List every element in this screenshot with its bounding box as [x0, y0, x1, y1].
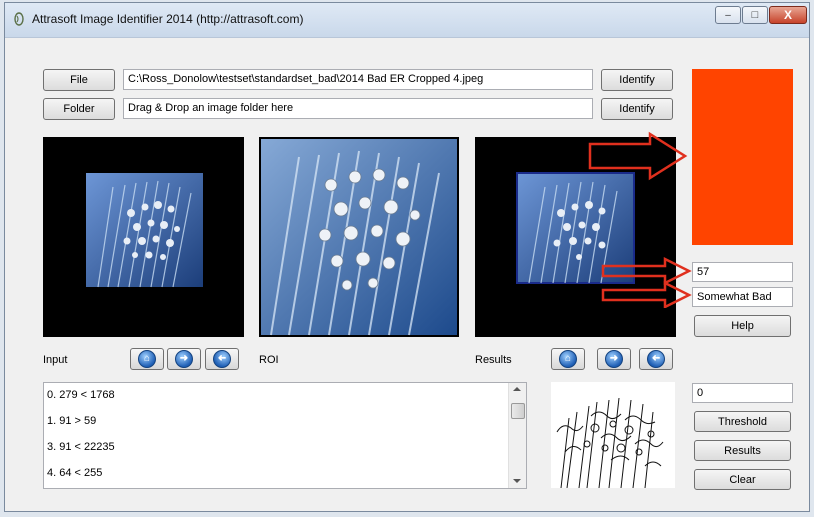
minimize-button[interactable]: –	[715, 6, 741, 24]
classification-field[interactable]: Somewhat Bad	[692, 287, 793, 307]
input-image	[86, 173, 203, 288]
file-button[interactable]: File	[43, 69, 115, 91]
input-image-panel	[43, 137, 244, 337]
input-home-button[interactable]: ⌂	[130, 348, 164, 370]
home-icon: ⌂	[559, 350, 577, 368]
results-next-button[interactable]: ➜	[597, 348, 631, 370]
input-label: Input	[43, 354, 68, 366]
threshold-field[interactable]: 0	[692, 383, 793, 403]
app-window: Attrasoft Image Identifier 2014 (http://…	[4, 2, 810, 512]
results-list[interactable]: 0. 279 < 1768 1. 91 > 59 3. 91 < 22235 4…	[43, 382, 527, 489]
arrow-to-color-indicator-icon	[588, 131, 688, 181]
list-item[interactable]: 4. 64 < 255	[47, 467, 102, 479]
title-bar: Attrasoft Image Identifier 2014 (http://…	[5, 3, 809, 38]
scroll-up-arrow-icon[interactable]	[513, 387, 521, 391]
minimize-icon: –	[725, 9, 731, 21]
folder-button[interactable]: Folder	[43, 98, 115, 120]
score-field[interactable]: 57	[692, 262, 793, 282]
file-path-field[interactable]: C:\Ross_Donolow\testset\standardset_bad\…	[123, 69, 593, 90]
list-item[interactable]: 0. 279 < 1768	[47, 389, 115, 401]
app-logo-icon	[14, 12, 24, 26]
results-label: Results	[475, 354, 512, 366]
input-prev-button[interactable]: ➜	[205, 348, 239, 370]
roi-label: ROI	[259, 354, 279, 366]
results-prev-button[interactable]: ➜	[639, 348, 673, 370]
list-item[interactable]: 3. 91 < 22235	[47, 441, 115, 453]
roi-image-panel	[259, 137, 459, 337]
list-item[interactable]: 1. 91 > 59	[47, 415, 96, 427]
close-button[interactable]: X	[769, 6, 807, 24]
identify-folder-button[interactable]: Identify	[601, 98, 673, 120]
arrow-right-icon: ➜	[175, 350, 193, 368]
input-next-button[interactable]: ➜	[167, 348, 201, 370]
edge-image-panel	[551, 382, 675, 488]
arrow-left-icon: ➜	[213, 350, 231, 368]
arrow-left-icon: ➜	[647, 350, 665, 368]
identify-file-button[interactable]: Identify	[601, 69, 673, 91]
results-home-button[interactable]: ⌂	[551, 348, 585, 370]
maximize-icon: □	[751, 9, 759, 21]
arrow-to-score-icon	[601, 256, 692, 286]
scroll-thumb[interactable]	[511, 403, 525, 419]
annotation-arrows	[588, 131, 692, 308]
close-icon: X	[783, 8, 792, 22]
clear-button[interactable]: Clear	[694, 469, 791, 490]
arrow-right-icon: ➜	[605, 350, 623, 368]
window-title: Attrasoft Image Identifier 2014 (http://…	[32, 12, 304, 26]
main-content: File C:\Ross_Donolow\testset\standardset…	[5, 38, 809, 511]
roi-image	[261, 139, 457, 336]
results-button[interactable]: Results	[694, 440, 791, 461]
maximize-button[interactable]: □	[742, 6, 768, 24]
help-button[interactable]: Help	[694, 315, 791, 337]
edge-image	[556, 397, 664, 488]
scroll-down-arrow-icon[interactable]	[513, 479, 521, 483]
list-scrollbar[interactable]	[508, 383, 526, 488]
arrow-to-classification-icon	[601, 280, 692, 308]
home-icon: ⌂	[138, 350, 156, 368]
threshold-button[interactable]: Threshold	[694, 411, 791, 432]
color-indicator	[692, 69, 793, 245]
folder-path-field[interactable]: Drag & Drop an image folder here	[123, 98, 593, 119]
